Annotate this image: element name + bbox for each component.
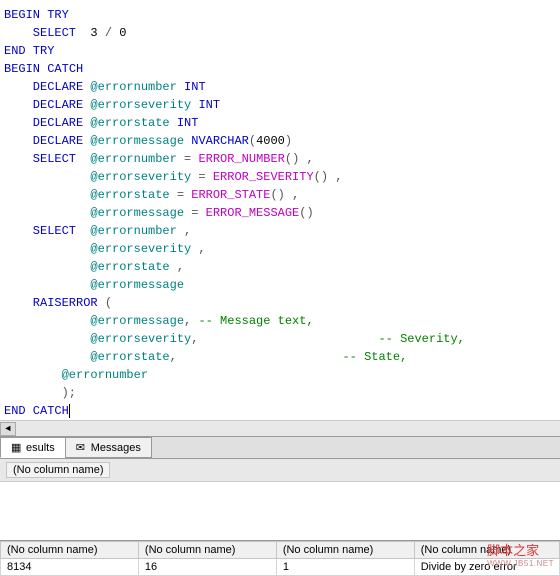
code-line: DECLARE @errorseverity INT [4,96,556,114]
code-line: @errorseverity = ERROR_SEVERITY() , [4,168,556,186]
code-line: @errorseverity, -- Severity, [4,330,556,348]
scroll-left-button[interactable]: ◄ [0,422,16,436]
sql-editor[interactable]: BEGIN TRY SELECT 3 / 0 END TRY BEGIN CAT… [0,0,560,420]
messages-icon: ✉ [76,441,88,454]
code-line: SELECT 3 / 0 [4,24,556,42]
code-line: RAISERROR ( [4,294,556,312]
code-line: DECLARE @errormessage NVARCHAR(4000) [4,132,556,150]
cell-errorstate[interactable]: 1 [276,559,414,576]
code-line: BEGIN CATCH [4,60,556,78]
code-line: @errormessage = ERROR_MESSAGE() [4,204,556,222]
code-line: ); [4,384,556,402]
watermark-sub: WWW.JB51.NET [487,559,554,568]
empty-area [0,482,560,540]
tab-messages[interactable]: ✉Messages [65,437,152,458]
cell-errornumber[interactable]: 8134 [1,559,139,576]
code-line: BEGIN TRY [4,6,556,24]
watermark: 脚本之家 WWW.JB51.NET [487,540,554,568]
text-cursor [69,404,70,418]
tab-results[interactable]: ▦esults [0,437,66,458]
code-line: @errorstate , [4,258,556,276]
cell-errorseverity[interactable]: 16 [138,559,276,576]
column-header[interactable]: (No column name) [138,542,276,559]
code-line: END CATCH [4,402,556,420]
code-line: DECLARE @errornumber INT [4,78,556,96]
result-grid-1-header: (No column name) [0,459,560,482]
code-line: @errormessage [4,276,556,294]
column-header[interactable]: (No column name) [1,542,139,559]
tab-label: esults [26,442,55,454]
results-tabs: ▦esults ✉Messages [0,436,560,459]
table-row[interactable]: 8134 16 1 Divide by zero error [1,559,560,576]
result-grid-2[interactable]: (No column name) (No column name) (No co… [0,540,560,576]
code-line: SELECT @errornumber = ERROR_NUMBER() , [4,150,556,168]
grid-icon: ▦ [11,441,23,454]
code-line: END TRY [4,42,556,60]
code-line: @errormessage, -- Message text, [4,312,556,330]
horizontal-scrollbar[interactable]: ◄ [0,420,560,436]
code-line: @errorstate = ERROR_STATE() , [4,186,556,204]
column-header: (No column name) [6,462,110,478]
code-line: @errorseverity , [4,240,556,258]
code-line: @errorstate, -- State, [4,348,556,366]
code-line: DECLARE @errorstate INT [4,114,556,132]
column-header[interactable]: (No column name) [276,542,414,559]
tab-label: Messages [91,442,141,454]
code-line: @errornumber [4,366,556,384]
watermark-main: 脚本之家 [487,543,539,558]
code-line: SELECT @errornumber , [4,222,556,240]
table-header-row: (No column name) (No column name) (No co… [1,542,560,559]
